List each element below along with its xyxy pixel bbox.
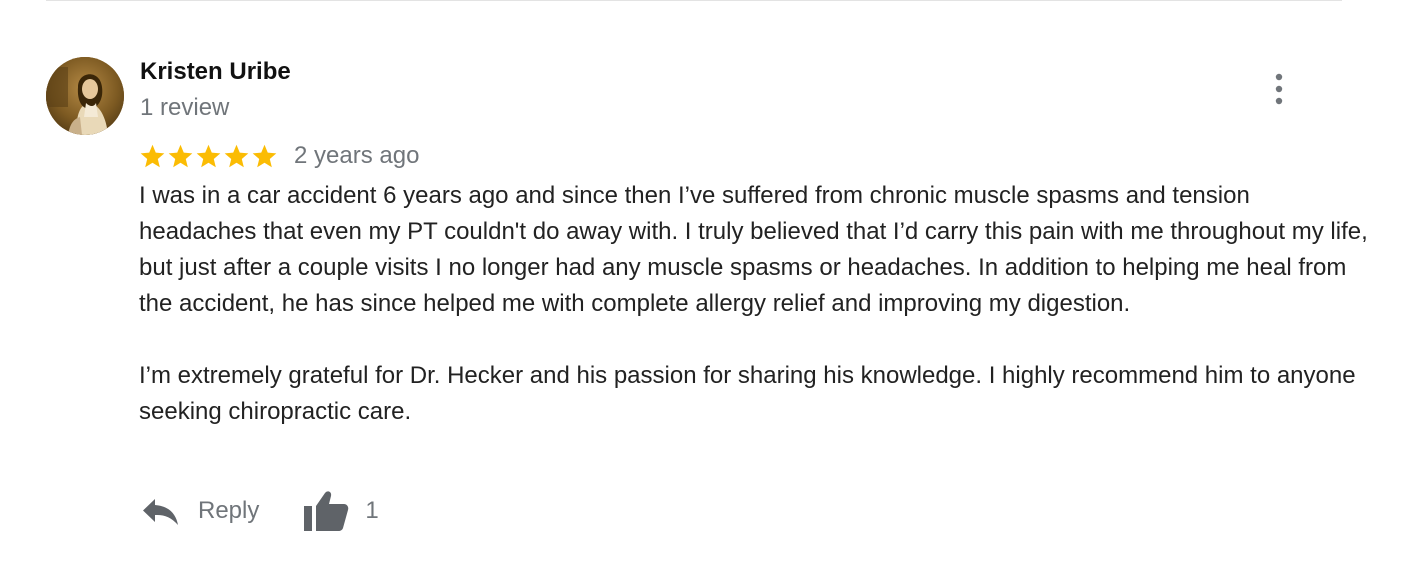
star-icon [223, 143, 250, 170]
reply-button[interactable]: Reply [140, 495, 259, 527]
reviewer-review-count: 1 review [140, 94, 230, 121]
reviewer-name[interactable]: Kristen Uribe [140, 58, 291, 86]
review-paragraph: I’m extremely grateful for Dr. Hecker an… [139, 362, 1356, 425]
thumbs-up-icon [304, 491, 349, 531]
more-options-button[interactable] [1263, 70, 1295, 108]
star-icon [167, 143, 194, 170]
avatar-photo [46, 57, 124, 135]
like-button[interactable]: 1 [303, 489, 379, 533]
review-paragraph: I was in a car accident 6 years ago and … [139, 182, 1368, 317]
star-icon [139, 143, 166, 170]
star-rating [139, 143, 278, 170]
reply-arrow-icon [143, 499, 178, 525]
reviewer-avatar[interactable] [46, 57, 124, 135]
star-icon [195, 143, 222, 170]
review-actions: Reply 1 [140, 487, 379, 535]
review-time: 2 years ago [294, 142, 420, 169]
review-text: I was in a car accident 6 years ago and … [139, 178, 1369, 430]
like-count: 1 [365, 497, 379, 524]
rating-row: 2 years ago [139, 140, 419, 172]
top-divider [46, 0, 1342, 1]
more-vert-icon [1275, 73, 1283, 105]
reply-label: Reply [198, 497, 260, 524]
star-icon [251, 143, 278, 170]
